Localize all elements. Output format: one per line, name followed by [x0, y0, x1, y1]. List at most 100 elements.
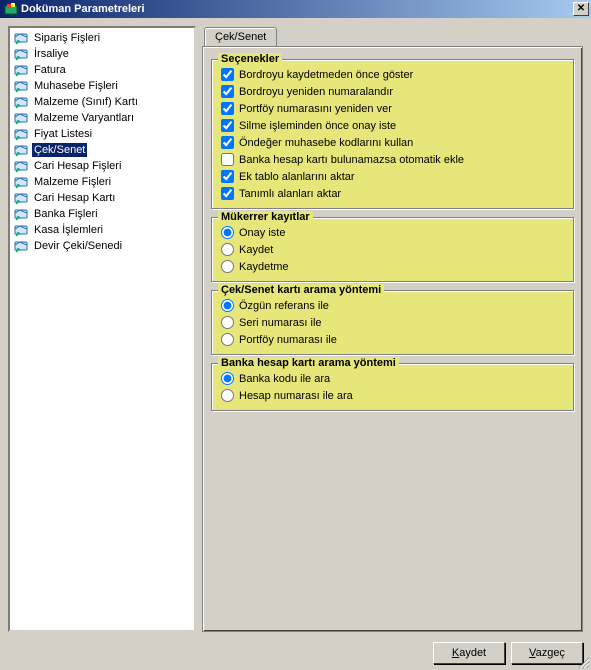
checkbox-label: Portföy numarasını yeniden ver: [239, 103, 392, 115]
radio[interactable]: [221, 299, 234, 312]
checkbox-label: Öndeğer muhasebe kodlarını kullan: [239, 137, 413, 149]
document-icon: [14, 63, 30, 77]
sidebar-item[interactable]: Malzeme Fişleri: [10, 174, 194, 190]
checkbox-row[interactable]: Tanımlı alanları aktar: [218, 185, 567, 202]
group-legend: Seçenekler: [218, 53, 282, 65]
sidebar-item-label: Cari Hesap Fişleri: [32, 159, 123, 173]
sidebar-item-label: Banka Fişleri: [32, 207, 100, 221]
radio-row[interactable]: Portföy numarası ile: [218, 331, 567, 348]
sidebar-item[interactable]: Cari Hesap Fişleri: [10, 158, 194, 174]
checkbox-row[interactable]: Banka hesap kartı bulunamazsa otomatik e…: [218, 151, 567, 168]
group-legend: Çek/Senet kartı arama yöntemi: [218, 284, 384, 296]
radio-row[interactable]: Banka kodu ile ara: [218, 370, 567, 387]
sidebar-item[interactable]: Fiyat Listesi: [10, 126, 194, 142]
checkbox-row[interactable]: Bordroyu yeniden numaralandır: [218, 83, 567, 100]
radio-label: Portföy numarası ile: [239, 334, 337, 346]
document-icon: [14, 207, 30, 221]
checkbox[interactable]: [221, 136, 234, 149]
checkbox[interactable]: [221, 119, 234, 132]
radio[interactable]: [221, 226, 234, 239]
document-icon: [14, 31, 30, 45]
sidebar-item-label: Çek/Senet: [32, 143, 87, 157]
radio-label: Onay iste: [239, 227, 285, 239]
radio[interactable]: [221, 243, 234, 256]
sidebar-item[interactable]: Sipariş Fişleri: [10, 30, 194, 46]
checkbox-label: Banka hesap kartı bulunamazsa otomatik e…: [239, 154, 464, 166]
titlebar: Doküman Parametreleri ✕: [0, 0, 591, 18]
checkbox-row[interactable]: Ek tablo alanlarını aktar: [218, 168, 567, 185]
document-icon: [14, 47, 30, 61]
group-secenekler: Seçenekler Bordroyu kaydetmeden önce gös…: [211, 59, 574, 209]
checkbox[interactable]: [221, 153, 234, 166]
radio-row[interactable]: Onay iste: [218, 224, 567, 241]
checkbox-row[interactable]: Bordroyu kaydetmeden önce göster: [218, 66, 567, 83]
checkbox-label: Tanımlı alanları aktar: [239, 188, 341, 200]
radio-row[interactable]: Özgün referans ile: [218, 297, 567, 314]
sidebar[interactable]: Sipariş Fişleri İrsaliye Fatura Muhasebe Fi…: [8, 26, 196, 632]
group-arama: Çek/Senet kartı arama yöntemi Özgün refe…: [211, 290, 574, 355]
document-icon: [14, 127, 30, 141]
radio-row[interactable]: Kaydetme: [218, 258, 567, 275]
checkbox[interactable]: [221, 170, 234, 183]
cancel-button[interactable]: Vazgeç: [511, 642, 583, 664]
sidebar-item[interactable]: Malzeme Varyantları: [10, 110, 194, 126]
group-legend: Banka hesap kartı arama yöntemi: [218, 357, 399, 369]
sidebar-item-label: Devir Çeki/Senedi: [32, 239, 124, 253]
checkbox-row[interactable]: Öndeğer muhasebe kodlarını kullan: [218, 134, 567, 151]
main-panel: Çek/Senet Seçenekler Bordroyu kaydetmede…: [202, 26, 583, 632]
sidebar-item[interactable]: Muhasebe Fişleri: [10, 78, 194, 94]
sidebar-item-label: Fiyat Listesi: [32, 127, 94, 141]
window: Doküman Parametreleri ✕ Sipariş Fişleri İ…: [0, 0, 591, 670]
radio[interactable]: [221, 316, 234, 329]
sidebar-item[interactable]: Banka Fişleri: [10, 206, 194, 222]
group-legend: Mükerrer kayıtlar: [218, 211, 313, 223]
tab-cek-senet[interactable]: Çek/Senet: [204, 27, 277, 47]
radio-label: Özgün referans ile: [239, 300, 329, 312]
sidebar-item[interactable]: Cari Hesap Kartı: [10, 190, 194, 206]
radio-label: Seri numarası ile: [239, 317, 322, 329]
radio-label: Kaydetme: [239, 261, 289, 273]
sidebar-item-label: Malzeme Fişleri: [32, 175, 113, 189]
app-icon: [4, 2, 18, 16]
save-button[interactable]: Kaydet: [433, 642, 505, 664]
sidebar-item[interactable]: Malzeme (Sınıf) Kartı: [10, 94, 194, 110]
checkbox-label: Bordroyu yeniden numaralandır: [239, 86, 393, 98]
sidebar-item-label: İrsaliye: [32, 47, 71, 61]
sidebar-item-label: Malzeme Varyantları: [32, 111, 136, 125]
sidebar-item[interactable]: Kasa İşlemleri: [10, 222, 194, 238]
sidebar-item[interactable]: Devir Çeki/Senedi: [10, 238, 194, 254]
radio-row[interactable]: Kaydet: [218, 241, 567, 258]
tab-header: Çek/Senet: [204, 26, 277, 46]
checkbox[interactable]: [221, 85, 234, 98]
sidebar-item-label: Muhasebe Fişleri: [32, 79, 120, 93]
radio[interactable]: [221, 333, 234, 346]
checkbox-row[interactable]: Silme işleminden önce onay iste: [218, 117, 567, 134]
window-close-button[interactable]: ✕: [573, 2, 589, 16]
resize-grip-icon[interactable]: [576, 655, 590, 669]
checkbox[interactable]: [221, 187, 234, 200]
sidebar-item[interactable]: Çek/Senet: [10, 142, 194, 158]
sidebar-item-label: Fatura: [32, 63, 68, 77]
tab-body: Seçenekler Bordroyu kaydetmeden önce gös…: [202, 46, 583, 632]
footer: Kaydet Vazgeç: [433, 642, 583, 664]
radio-row[interactable]: Hesap numarası ile ara: [218, 387, 567, 404]
document-icon: [14, 143, 30, 157]
sidebar-item-label: Sipariş Fişleri: [32, 31, 102, 45]
radio-row[interactable]: Seri numarası ile: [218, 314, 567, 331]
document-icon: [14, 159, 30, 173]
sidebar-item[interactable]: Fatura: [10, 62, 194, 78]
radio-label: Kaydet: [239, 244, 273, 256]
document-icon: [14, 191, 30, 205]
checkbox[interactable]: [221, 68, 234, 81]
checkbox[interactable]: [221, 102, 234, 115]
tab-label: Çek/Senet: [215, 31, 266, 43]
radio[interactable]: [221, 260, 234, 273]
checkbox-row[interactable]: Portföy numarasını yeniden ver: [218, 100, 567, 117]
document-icon: [14, 175, 30, 189]
sidebar-item[interactable]: İrsaliye: [10, 46, 194, 62]
radio[interactable]: [221, 372, 234, 385]
document-icon: [14, 95, 30, 109]
checkbox-label: Bordroyu kaydetmeden önce göster: [239, 69, 413, 81]
radio[interactable]: [221, 389, 234, 402]
group-banka: Banka hesap kartı arama yöntemi Banka ko…: [211, 363, 574, 411]
